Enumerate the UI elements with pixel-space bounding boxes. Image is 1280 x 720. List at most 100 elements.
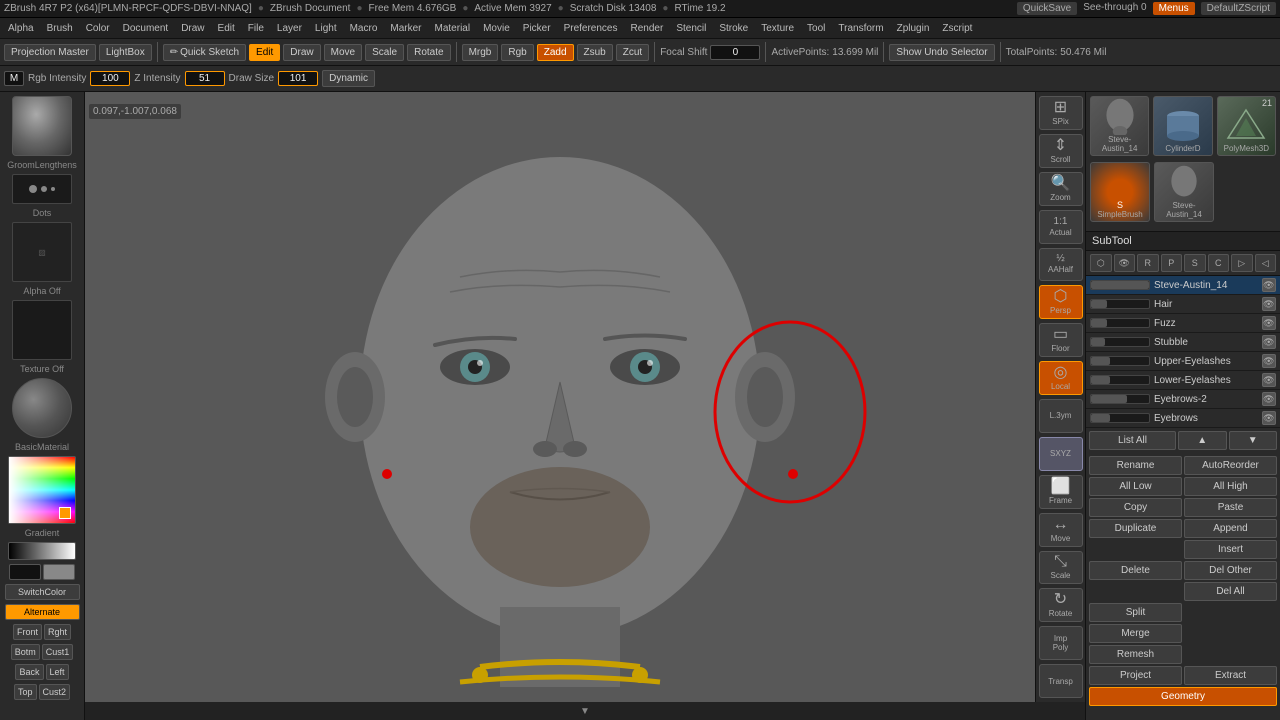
remesh-btn[interactable]: Remesh (1089, 645, 1182, 664)
simple-brush-thumb[interactable]: S SimpleBrush (1090, 162, 1150, 222)
switch-color-btn[interactable]: SwitchColor (5, 584, 80, 600)
menus-btn[interactable]: Menus (1153, 2, 1195, 15)
menu-item-brush[interactable]: Brush (41, 21, 79, 36)
texture-preview[interactable] (12, 300, 72, 360)
subtool-vis-icon[interactable]: 👁 (1262, 335, 1276, 349)
spix-btn[interactable]: ⊞ SPix (1039, 96, 1083, 130)
subtool-item[interactable]: Upper-Eyelashes👁 (1086, 352, 1280, 371)
rotate-tool-btn[interactable]: ↻ Rotate (1039, 588, 1083, 622)
face-sub-thumb[interactable]: Steve-Austin_14 (1154, 162, 1214, 222)
cust1-btn[interactable]: Cust1 (42, 644, 74, 660)
menu-item-movie[interactable]: Movie (477, 21, 516, 36)
zscript-btn[interactable]: DefaultZScript (1201, 2, 1276, 15)
move-btn[interactable]: Move (324, 44, 362, 61)
subtool-vis-icon[interactable]: 👁 (1262, 278, 1276, 292)
z-intensity-val[interactable]: 51 (185, 71, 225, 86)
menu-item-marker[interactable]: Marker (384, 21, 427, 36)
append-btn[interactable]: Append (1184, 519, 1277, 538)
auto-reorder-btn[interactable]: AutoReorder (1184, 456, 1277, 475)
scroll-btn[interactable]: ⇕ Scroll (1039, 134, 1083, 168)
material-ball[interactable] (12, 378, 72, 438)
color-picker[interactable] (8, 456, 76, 524)
duplicate-btn[interactable]: Duplicate (1089, 519, 1182, 538)
sxyz-btn[interactable]: SXYZ (1039, 437, 1083, 471)
st-icon-4[interactable]: P (1161, 254, 1183, 272)
subtool-item[interactable]: Stubble👁 (1086, 333, 1280, 352)
menu-item-render[interactable]: Render (625, 21, 670, 36)
subtool-item[interactable]: Eyebrows👁 (1086, 409, 1280, 428)
swatch-black[interactable] (9, 564, 41, 580)
subtool-vis-icon[interactable]: 👁 (1262, 373, 1276, 387)
scale-btn[interactable]: Scale (365, 44, 404, 61)
canvas-area[interactable]: 0.097,-1.007,0.068 ⊞ SPix ⇕ Scroll 🔍 Zoo… (85, 92, 1085, 720)
focal-shift-val[interactable]: 0 (710, 45, 760, 60)
subtool-item[interactable]: Eyebrows-2👁 (1086, 390, 1280, 409)
lgym-btn[interactable]: L.3ym (1039, 399, 1083, 433)
draw-btn[interactable]: Draw (283, 44, 320, 61)
copy-btn[interactable]: Copy (1089, 498, 1182, 517)
see-through-btn[interactable]: See-through 0 (1083, 2, 1146, 15)
delete-btn[interactable]: Delete (1089, 561, 1182, 580)
zcut-btn[interactable]: Zcut (616, 44, 649, 61)
menu-item-stroke[interactable]: Stroke (713, 21, 754, 36)
merge-btn[interactable]: Merge (1089, 624, 1182, 643)
menu-item-picker[interactable]: Picker (517, 21, 557, 36)
move-tool-btn[interactable]: ↔ Move (1039, 513, 1083, 547)
local-btn[interactable]: ◎ Local (1039, 361, 1083, 395)
rght-btn[interactable]: Rght (44, 624, 71, 640)
transp-btn[interactable]: Transp (1039, 664, 1083, 698)
menu-item-zscript[interactable]: Zscript (936, 21, 978, 36)
menu-item-transform[interactable]: Transform (832, 21, 889, 36)
rotate-btn[interactable]: Rotate (407, 44, 450, 61)
frame-btn[interactable]: ⬜ Frame (1039, 475, 1083, 509)
st-icon-8[interactable]: ◁ (1255, 254, 1277, 272)
botm-btn[interactable]: Botm (11, 644, 40, 660)
edit-btn[interactable]: Edit (249, 44, 280, 61)
dots-preview[interactable] (12, 174, 72, 204)
brush-preview[interactable] (12, 96, 72, 156)
imp-poly-btn[interactable]: ImpPoly (1039, 626, 1083, 660)
menu-item-alpha[interactable]: Alpha (2, 21, 40, 36)
rgb-intensity-val[interactable]: 100 (90, 71, 130, 86)
zoom-btn[interactable]: 🔍 Zoom (1039, 172, 1083, 206)
back-btn[interactable]: Back (15, 664, 43, 680)
menu-item-color[interactable]: Color (80, 21, 116, 36)
quicksave-btn[interactable]: QuickSave (1017, 2, 1077, 15)
rename-btn[interactable]: Rename (1089, 456, 1182, 475)
st-icon-5[interactable]: S (1184, 254, 1206, 272)
brush-type-val[interactable]: M (4, 71, 24, 86)
cust2-btn[interactable]: Cust2 (39, 684, 71, 700)
draw-size-val[interactable]: 101 (278, 71, 318, 86)
subtool-vis-icon[interactable]: 👁 (1262, 297, 1276, 311)
insert-btn[interactable]: Insert (1184, 540, 1277, 559)
geometry-btn[interactable]: Geometry (1089, 687, 1277, 706)
dynamic-btn[interactable]: Dynamic (322, 70, 375, 87)
zsub-btn[interactable]: Zsub (577, 44, 613, 61)
actual-btn[interactable]: 1:1 Actual (1039, 210, 1083, 244)
arrow-up-btn[interactable]: ▲ (1178, 431, 1227, 450)
mrgb-btn[interactable]: Mrgb (462, 44, 499, 61)
subtool-item[interactable]: Hair👁 (1086, 295, 1280, 314)
list-all-btn[interactable]: List All (1089, 431, 1176, 450)
subtool-item[interactable]: Lower-Eyelashes👁 (1086, 371, 1280, 390)
project-btn[interactable]: Project (1089, 666, 1182, 685)
aahalf-btn[interactable]: ½ AAHalf (1039, 248, 1083, 282)
arrow-dn-btn[interactable]: ▼ (1229, 431, 1278, 450)
zadd-btn[interactable]: Zadd (537, 44, 574, 61)
gradient-bar[interactable] (8, 542, 76, 560)
split-btn[interactable]: Split (1089, 603, 1182, 622)
menu-item-zplugin[interactable]: Zplugin (891, 21, 936, 36)
show-undo-btn[interactable]: Show Undo Selector (889, 44, 994, 61)
face-tool-thumb1[interactable]: Steve-Austin_14 (1090, 96, 1149, 156)
menu-item-macro[interactable]: Macro (344, 21, 384, 36)
floor-btn[interactable]: ▭ Floor (1039, 323, 1083, 357)
menu-item-draw[interactable]: Draw (175, 21, 210, 36)
menu-item-stencil[interactable]: Stencil (670, 21, 712, 36)
menu-item-material[interactable]: Material (429, 21, 477, 36)
projection-master-btn[interactable]: Projection Master (4, 44, 96, 61)
st-icon-2[interactable]: 👁 (1114, 254, 1136, 272)
lightbox-btn[interactable]: LightBox (99, 44, 152, 61)
quick-sketch-btn[interactable]: ✏ Quick Sketch (163, 44, 246, 61)
subtool-item[interactable]: Fuzz👁 (1086, 314, 1280, 333)
scale-tool-btn[interactable]: ⤡ Scale (1039, 551, 1083, 585)
